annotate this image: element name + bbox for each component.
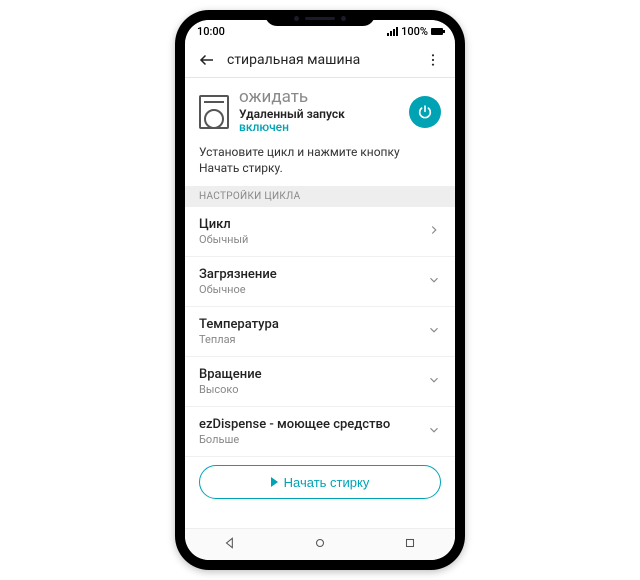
- setting-value: Высоко: [199, 383, 262, 396]
- setting-value: Больше: [199, 433, 390, 446]
- setting-label: Цикл: [199, 217, 248, 232]
- setting-row-ezdispense[interactable]: ezDispense - моющее средство Больше: [185, 407, 455, 457]
- clock: 10:00: [197, 25, 225, 38]
- notch: [265, 10, 375, 26]
- setting-label: ezDispense - моющее средство: [199, 417, 390, 432]
- nav-back-icon[interactable]: [223, 535, 237, 554]
- setting-row-temperature[interactable]: Температура Теплая: [185, 307, 455, 357]
- back-icon[interactable]: [195, 48, 219, 72]
- setting-value: Обычное: [199, 283, 277, 296]
- app-bar: стиральная машина: [185, 42, 455, 78]
- setting-row-cycle[interactable]: Цикл Обычный: [185, 207, 455, 257]
- page-title: стиральная машина: [227, 52, 413, 68]
- battery-icon: [431, 28, 443, 35]
- phone-frame: 10:00 100% стиральная машина ожидать Уда: [175, 10, 465, 570]
- setting-label: Температура: [199, 317, 279, 332]
- setting-row-soil[interactable]: Загрязнение Обычное: [185, 257, 455, 307]
- chevron-right-icon: [427, 222, 441, 241]
- power-button[interactable]: [409, 96, 441, 128]
- setting-value: Обычный: [199, 233, 248, 246]
- setting-label: Вращение: [199, 367, 262, 382]
- nav-home-icon[interactable]: [313, 535, 327, 554]
- play-icon: [271, 477, 278, 487]
- status-sub: Удаленный запуск: [239, 108, 399, 122]
- status-main: ожидать: [239, 88, 399, 108]
- more-icon[interactable]: [421, 48, 445, 72]
- section-header-cycle-settings: НАСТРОЙКИ ЦИКЛА: [185, 186, 455, 207]
- content-scroll[interactable]: ожидать Удаленный запуск включен Установ…: [185, 78, 455, 528]
- nav-recent-icon[interactable]: [403, 535, 417, 554]
- instruction-text: Установите цикл и нажмите кнопку Начать …: [185, 141, 455, 186]
- chevron-down-icon: [427, 422, 441, 441]
- chevron-down-icon: [427, 372, 441, 391]
- start-wash-label: Начать стирку: [284, 475, 370, 490]
- chevron-down-icon: [427, 322, 441, 341]
- chevron-down-icon: [427, 272, 441, 291]
- status-enabled: включен: [239, 121, 399, 135]
- device-status-block: ожидать Удаленный запуск включен: [185, 78, 455, 141]
- setting-value: Теплая: [199, 333, 279, 346]
- battery-percent: 100%: [401, 25, 428, 38]
- signal-icon: [387, 27, 398, 36]
- start-wash-button[interactable]: Начать стирку: [199, 465, 441, 499]
- android-nav-bar: [185, 528, 455, 560]
- setting-row-spin[interactable]: Вращение Высоко: [185, 357, 455, 407]
- screen: 10:00 100% стиральная машина ожидать Уда: [185, 20, 455, 560]
- setting-label: Загрязнение: [199, 267, 277, 282]
- washing-machine-icon: [199, 95, 229, 129]
